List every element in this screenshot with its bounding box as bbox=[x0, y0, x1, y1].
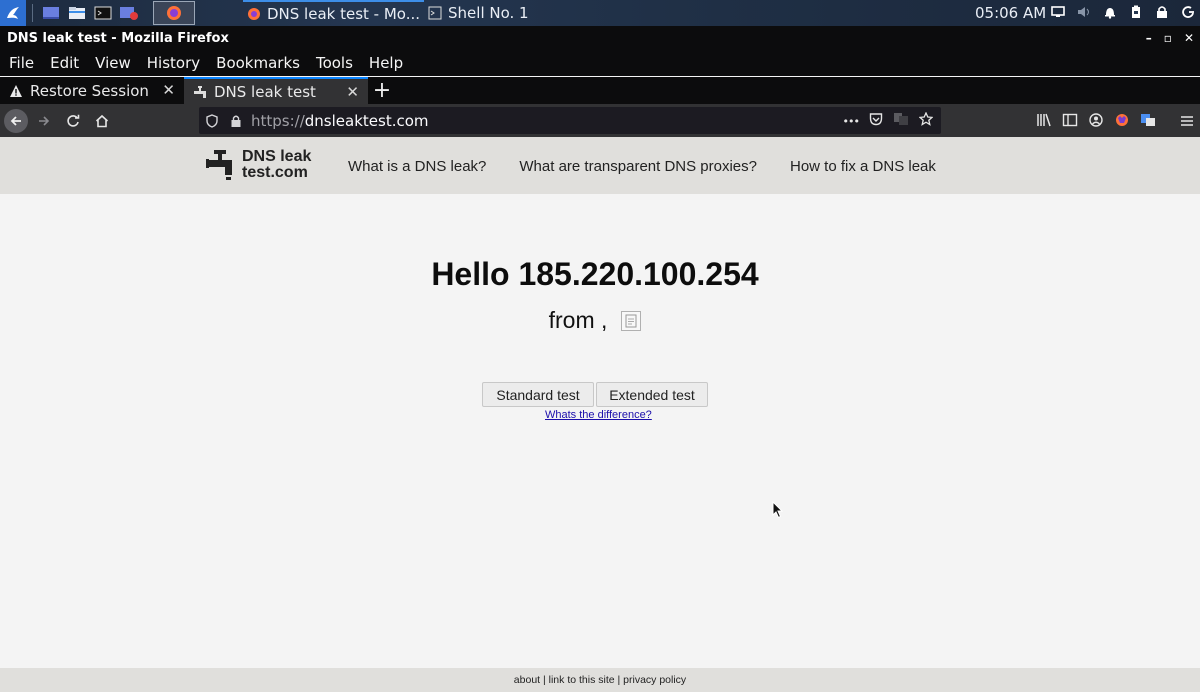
os-taskbar: DNS leak test - Mo... Shell No. 1 05:06 … bbox=[0, 0, 1200, 26]
page-actions-menu-icon[interactable]: ••• bbox=[843, 115, 860, 128]
nav-what-is-dns-leak[interactable]: What is a DNS leak? bbox=[348, 158, 486, 175]
window-titlebar[interactable]: DNS leak test - Mozilla Firefox – ▫ ✕ bbox=[0, 26, 1200, 50]
warning-icon bbox=[8, 83, 24, 99]
standard-test-button[interactable]: Standard test bbox=[482, 382, 594, 407]
tab-restore-session[interactable]: Restore Session ✕ bbox=[0, 77, 184, 104]
terminal-icon bbox=[428, 6, 442, 20]
extended-test-button[interactable]: Extended test bbox=[596, 382, 708, 407]
location-line: from , bbox=[0, 307, 1190, 334]
tap-logo-icon bbox=[206, 150, 232, 180]
menu-view[interactable]: View bbox=[95, 54, 131, 72]
nav-transparent-dns-proxies[interactable]: What are transparent DNS proxies? bbox=[519, 158, 757, 175]
extension-fox-icon[interactable] bbox=[1114, 112, 1130, 131]
site-header: DNS leak test.com What is a DNS leak? Wh… bbox=[0, 137, 1200, 194]
account-icon[interactable] bbox=[1088, 112, 1104, 131]
menu-tools[interactable]: Tools bbox=[316, 54, 353, 72]
hello-ip-heading: Hello 185.220.100.254 bbox=[431, 256, 759, 292]
site-footer: about | link to this site | privacy poli… bbox=[0, 668, 1200, 692]
toolbar-right bbox=[1036, 112, 1194, 131]
new-tab-button[interactable]: + bbox=[368, 77, 396, 104]
maximize-button[interactable]: ▫ bbox=[1164, 31, 1172, 45]
tab-dns-leak-test[interactable]: DNS leak test ✕ bbox=[184, 77, 368, 104]
window-controls: – ▫ ✕ bbox=[1146, 26, 1194, 50]
nav-how-to-fix[interactable]: How to fix a DNS leak bbox=[790, 158, 936, 175]
firefox-icon bbox=[247, 7, 261, 21]
page-content: DNS leak test.com What is a DNS leak? Wh… bbox=[0, 137, 1200, 692]
tab-close-icon[interactable]: ✕ bbox=[162, 81, 175, 99]
footer-privacy-link[interactable]: privacy policy bbox=[623, 674, 686, 686]
site-logo[interactable]: DNS leak test.com bbox=[206, 149, 311, 181]
tab-bar: Restore Session ✕ DNS leak test ✕ + bbox=[0, 77, 1200, 104]
system-tray bbox=[1050, 4, 1196, 20]
url-text[interactable]: https://dnsleaktest.com bbox=[251, 112, 429, 130]
back-button[interactable] bbox=[4, 108, 28, 133]
terminal-icon[interactable] bbox=[91, 2, 115, 24]
home-icon bbox=[95, 114, 109, 127]
whats-the-difference-link[interactable]: Whats the difference? bbox=[545, 409, 652, 421]
menu-bookmarks[interactable]: Bookmarks bbox=[216, 54, 300, 72]
translate-icon[interactable] bbox=[893, 112, 909, 130]
firefox-taskbar-icon[interactable] bbox=[153, 1, 195, 25]
file-manager-icon[interactable] bbox=[65, 2, 89, 24]
window-title: DNS leak test - Mozilla Firefox bbox=[7, 30, 229, 46]
menu-history[interactable]: History bbox=[147, 54, 200, 72]
tab-close-icon[interactable]: ✕ bbox=[346, 83, 359, 101]
hamburger-menu-icon[interactable] bbox=[1180, 112, 1194, 131]
taskbar-window-label: DNS leak test - Mo... bbox=[267, 5, 421, 23]
tap-icon bbox=[192, 84, 208, 100]
reload-icon bbox=[67, 114, 80, 127]
url-host: dnsleaktest.com bbox=[304, 111, 429, 130]
battery-icon[interactable] bbox=[1128, 4, 1144, 20]
url-bar-actions: ••• bbox=[843, 111, 934, 130]
clock[interactable]: 05:06 AM bbox=[975, 4, 1046, 22]
logo-line-2: test.com bbox=[242, 164, 308, 181]
lock-screen-icon[interactable] bbox=[1154, 4, 1170, 20]
mouse-cursor-icon bbox=[772, 501, 784, 519]
bookmark-star-icon[interactable] bbox=[918, 111, 934, 130]
url-scheme: https:// bbox=[251, 111, 305, 130]
display-icon[interactable] bbox=[1050, 4, 1066, 20]
sidebar-icon[interactable] bbox=[1062, 112, 1078, 131]
test-buttons: Standard test Extended test bbox=[482, 382, 708, 407]
logo-text: DNS leak test.com bbox=[242, 149, 311, 181]
home-button[interactable] bbox=[89, 108, 115, 134]
menu-file[interactable]: File bbox=[9, 54, 34, 72]
taskbar-window-firefox[interactable]: DNS leak test - Mo... bbox=[243, 0, 425, 26]
extension-translate-icon[interactable] bbox=[1140, 112, 1156, 131]
app-menu-icon[interactable] bbox=[0, 0, 26, 26]
logo-line-1: DNS leak bbox=[242, 148, 312, 165]
padlock-icon[interactable] bbox=[225, 114, 247, 128]
navigation-toolbar: https://dnsleaktest.com ••• bbox=[0, 104, 1200, 137]
back-arrow-icon bbox=[10, 115, 21, 126]
notification-bell-icon[interactable] bbox=[1102, 4, 1118, 20]
menu-bar: File Edit View History Bookmarks Tools H… bbox=[0, 50, 1200, 76]
forward-button[interactable] bbox=[31, 108, 57, 134]
volume-icon[interactable] bbox=[1076, 4, 1092, 20]
close-window-button[interactable]: ✕ bbox=[1184, 31, 1194, 45]
taskbar-window-shell[interactable]: Shell No. 1 bbox=[424, 0, 533, 26]
tracking-protection-shield-icon[interactable] bbox=[201, 113, 223, 128]
tab-label: Restore Session bbox=[30, 81, 149, 100]
taskbar-separator bbox=[32, 4, 33, 22]
logout-icon[interactable] bbox=[1180, 4, 1196, 20]
minimize-button[interactable]: – bbox=[1146, 31, 1152, 45]
forward-arrow-icon bbox=[39, 115, 50, 126]
tab-label: DNS leak test bbox=[214, 82, 316, 101]
reload-button[interactable] bbox=[60, 108, 86, 134]
footer-separator: | bbox=[614, 674, 624, 686]
footer-about-link[interactable]: about bbox=[514, 674, 540, 686]
site-nav: What is a DNS leak? What are transparent… bbox=[348, 158, 969, 175]
menu-edit[interactable]: Edit bbox=[50, 54, 79, 72]
menu-help[interactable]: Help bbox=[369, 54, 403, 72]
footer-link-to-site[interactable]: link to this site bbox=[549, 674, 615, 686]
url-bar[interactable]: https://dnsleaktest.com ••• bbox=[199, 107, 941, 134]
location-text: from , bbox=[548, 307, 608, 333]
taskbar-window-label: Shell No. 1 bbox=[448, 4, 529, 22]
library-icon[interactable] bbox=[1036, 112, 1052, 131]
workspace-icon[interactable] bbox=[39, 2, 63, 24]
screen-recorder-icon[interactable] bbox=[117, 2, 141, 24]
pocket-icon[interactable] bbox=[869, 112, 883, 130]
footer-separator: | bbox=[540, 674, 549, 686]
flag-placeholder-icon bbox=[621, 310, 642, 331]
